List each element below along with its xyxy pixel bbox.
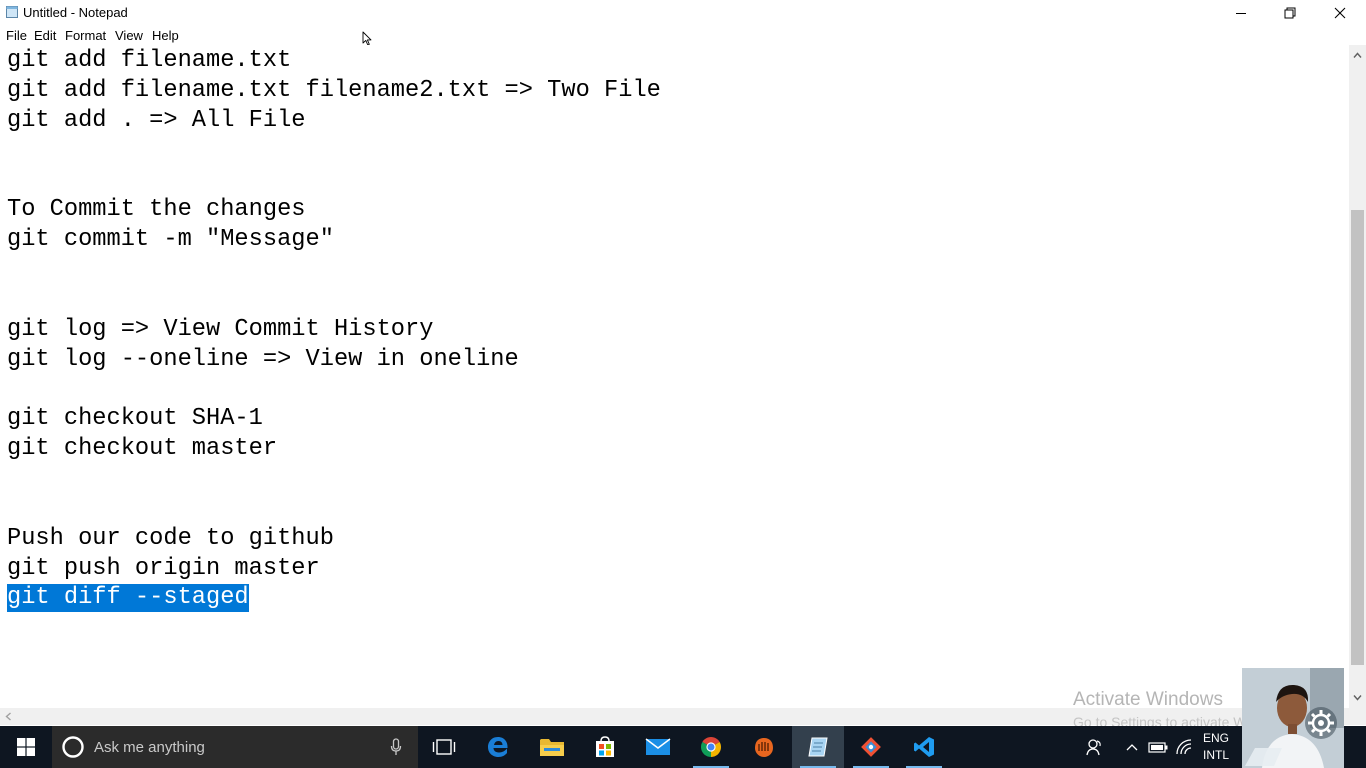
tray-wifi[interactable] — [1172, 726, 1196, 768]
chevron-up-icon — [1126, 744, 1138, 751]
text-line: git log => View Commit History — [7, 316, 434, 343]
activate-windows-watermark: Activate Windows — [1073, 689, 1223, 710]
scrollbar-corner — [1349, 708, 1366, 725]
taskbar-file-explorer[interactable] — [526, 726, 578, 768]
scroll-left-arrow-icon[interactable] — [5, 712, 12, 721]
gear-icon[interactable] — [1304, 706, 1338, 740]
taskbar-orange-app[interactable] — [738, 726, 790, 768]
wifi-icon — [1176, 739, 1192, 755]
file-explorer-icon — [540, 739, 564, 756]
restore-icon — [1284, 7, 1296, 19]
input-language-indicator[interactable]: ENG INTL — [1198, 730, 1234, 764]
text-line: To Commit the changes — [7, 196, 306, 223]
battery-icon — [1148, 742, 1168, 753]
text-line: git push origin master — [7, 555, 320, 582]
text-line: git checkout master — [7, 435, 278, 462]
tray-battery[interactable] — [1146, 726, 1170, 768]
text-line: git checkout SHA-1 — [7, 405, 263, 432]
menu-file[interactable]: File — [6, 28, 27, 43]
scroll-up-arrow-icon[interactable] — [1353, 52, 1362, 59]
title-bar: Untitled - Notepad — [0, 0, 1366, 26]
tray-show-hidden[interactable] — [1122, 726, 1142, 768]
close-button[interactable] — [1315, 0, 1365, 26]
keyboard-layout: INTL — [1202, 748, 1229, 762]
task-view-button[interactable] — [418, 726, 470, 768]
vertical-scrollbar[interactable] — [1349, 45, 1366, 708]
taskbar-edge[interactable] — [472, 726, 524, 768]
text-editor[interactable]: git add filename.txt git add filename.tx… — [0, 45, 1349, 708]
minimize-button[interactable] — [1216, 0, 1266, 26]
window-title: Untitled - Notepad — [23, 5, 128, 20]
taskbar-vscode[interactable] — [898, 726, 950, 768]
taskbar-store[interactable] — [579, 726, 631, 768]
taskbar-git[interactable] — [845, 726, 897, 768]
task-view-icon — [432, 739, 456, 755]
orange-app-icon — [755, 738, 773, 757]
taskbar: Ask me anything ENG INTL — [0, 726, 1366, 768]
text-line: git add filename.txt — [7, 47, 292, 74]
text-line: git add . => All File — [7, 107, 306, 134]
restore-button[interactable] — [1265, 0, 1315, 26]
start-button[interactable] — [0, 726, 52, 768]
menu-edit[interactable]: Edit — [34, 28, 56, 43]
minimize-icon — [1236, 13, 1246, 14]
menu-bar: File Edit Format View Help — [0, 26, 1366, 46]
taskbar-notepad[interactable] — [792, 726, 844, 768]
selected-text-line: git diff --staged — [7, 584, 249, 612]
close-icon — [1334, 7, 1346, 19]
cortana-circle-icon — [62, 736, 84, 758]
taskbar-chrome[interactable] — [685, 726, 737, 768]
text-line: git add filename.txt filename2.txt => Tw… — [7, 77, 661, 104]
chrome-icon — [701, 737, 721, 757]
menu-help[interactable]: Help — [152, 28, 179, 43]
text-line: git commit -m "Message" — [7, 226, 334, 253]
notepad-app-icon — [6, 6, 18, 18]
store-icon — [596, 736, 614, 757]
text-line: git log --oneline => View in oneline — [7, 346, 519, 373]
edge-icon — [488, 737, 508, 757]
menu-view[interactable]: View — [115, 28, 143, 43]
search-placeholder: Ask me anything — [94, 739, 205, 756]
vscode-icon — [914, 737, 934, 757]
git-icon — [861, 737, 881, 757]
text-line: Push our code to github — [7, 525, 334, 552]
vertical-scroll-thumb[interactable] — [1351, 210, 1364, 665]
microphone-icon[interactable] — [390, 738, 402, 756]
windows-logo-icon — [17, 738, 35, 756]
menu-format[interactable]: Format — [65, 28, 106, 43]
taskbar-mail[interactable] — [632, 726, 684, 768]
notepad-icon — [808, 737, 828, 757]
language-code: ENG — [1202, 731, 1229, 745]
people-icon — [1086, 739, 1101, 756]
mail-icon — [645, 738, 671, 755]
tray-people[interactable] — [1080, 726, 1108, 768]
webcam-overlay — [1242, 668, 1344, 768]
cortana-search-box[interactable]: Ask me anything — [52, 726, 418, 768]
scroll-down-arrow-icon[interactable] — [1353, 694, 1362, 701]
